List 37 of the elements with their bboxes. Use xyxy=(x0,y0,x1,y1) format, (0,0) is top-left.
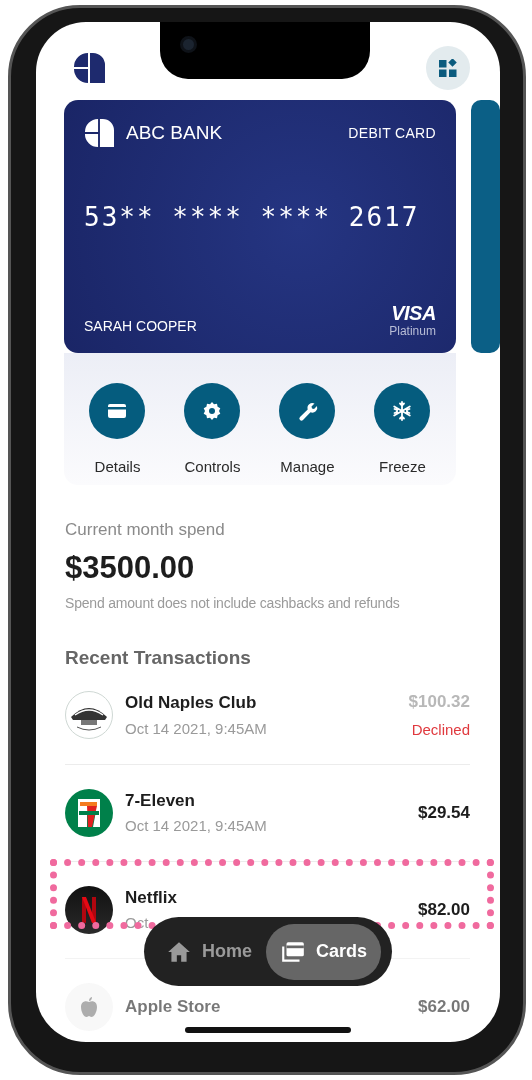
merchant-name: Netflix xyxy=(125,886,178,909)
next-card[interactable] xyxy=(470,100,500,353)
widgets-button[interactable] xyxy=(426,45,470,90)
spend-label: Current month spend xyxy=(65,519,226,541)
declined-status: Declined xyxy=(411,719,470,740)
apple-logo-icon xyxy=(65,982,113,1031)
transaction-date: Oct 14 2021, 9:45AM xyxy=(125,816,268,836)
seven-eleven-logo-icon xyxy=(65,788,113,837)
transaction-amount: $29.54 xyxy=(418,801,470,824)
cardholder-name: SARAH COOPER xyxy=(84,317,197,336)
merchant-name: Old Naples Club xyxy=(125,692,258,714)
transaction-amount: $100.32 xyxy=(408,691,470,713)
club-seal-icon xyxy=(65,691,113,739)
cards-tab[interactable]: Cards xyxy=(266,923,382,980)
debit-card[interactable]: ABC BANK DEBIT CARD 53** **** **** 2617 SARAH COOPER VISA Platinum xyxy=(64,100,456,353)
widgets-icon xyxy=(439,58,457,77)
home-tab[interactable]: Home xyxy=(152,923,266,980)
card-network: VISA xyxy=(391,303,436,323)
spend-amount: $3500.00 xyxy=(65,548,196,587)
merchant-name: Apple Store xyxy=(125,995,222,1018)
controls-button[interactable]: Controls xyxy=(164,383,260,485)
manage-button[interactable]: Manage xyxy=(259,383,355,485)
card-tier-label: Platinum xyxy=(389,325,436,337)
transaction-date: Oct 14 2021, 9:45AM xyxy=(125,718,268,739)
freeze-button[interactable]: Freeze xyxy=(354,383,450,485)
transaction-amount: $82.00 xyxy=(418,898,470,921)
bank-logo-icon xyxy=(84,118,114,148)
card-type: DEBIT CARD xyxy=(348,123,436,143)
details-button[interactable]: Details xyxy=(70,383,165,485)
spend-note: Spend amount does not include cashbacks and refunds xyxy=(65,594,401,613)
bank-logo-icon xyxy=(73,51,105,84)
card-number: 53** **** **** 2617 xyxy=(84,201,421,234)
section-title: Recent Transactions xyxy=(65,646,252,670)
netflix-logo-icon xyxy=(65,885,113,934)
transaction-amount: $62.00 xyxy=(418,995,470,1018)
merchant-name: 7-Eleven xyxy=(125,789,196,812)
bank-name: ABC BANK xyxy=(126,120,223,145)
